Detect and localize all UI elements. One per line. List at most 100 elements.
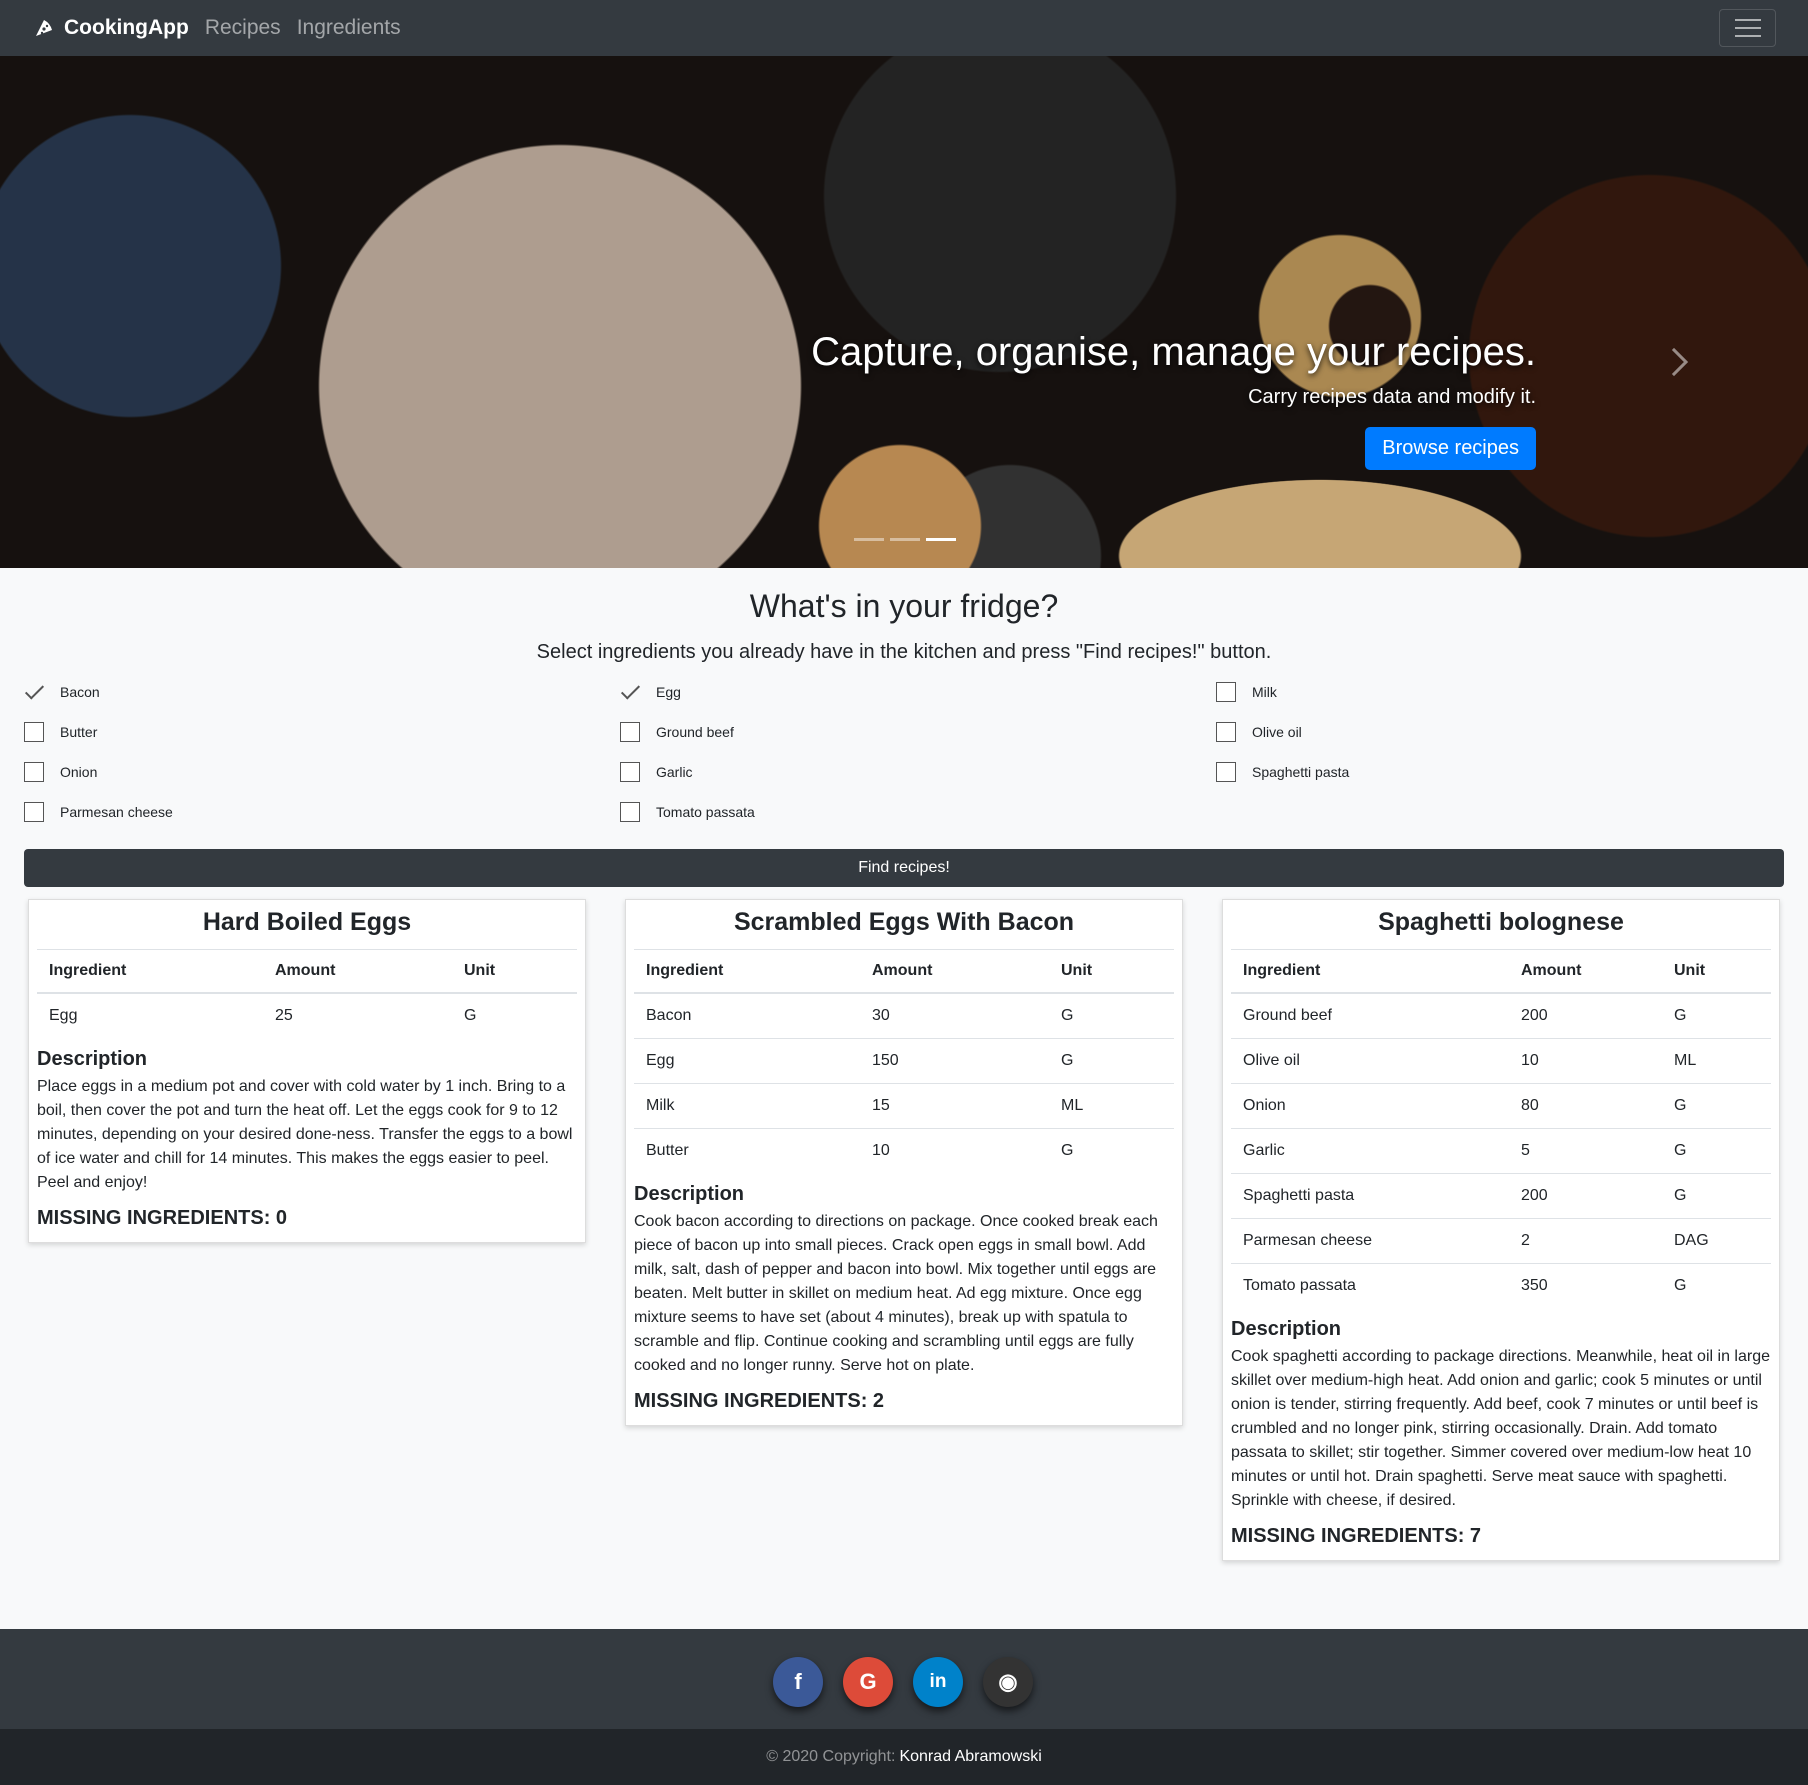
nav-link-recipes[interactable]: Recipes: [205, 16, 281, 40]
description-heading: Description: [1231, 1318, 1342, 1340]
ingredient-label: Onion: [60, 764, 98, 780]
ingredient-checkbox-olive-oil[interactable]: Olive oil: [1216, 722, 1302, 742]
linkedin-icon[interactable]: in: [913, 1657, 963, 1707]
table-row: Onion 80 G: [1231, 1083, 1771, 1129]
ingredient-checkbox-ground-beef[interactable]: Ground beef: [620, 722, 734, 742]
carousel-indicator[interactable]: [854, 538, 884, 541]
checkbox-unchecked[interactable]: [24, 802, 44, 822]
ingredient-label: Egg: [656, 684, 681, 700]
browse-recipes-button[interactable]: Browse recipes: [1365, 427, 1536, 470]
table-cell: Egg: [634, 1038, 860, 1084]
table-row: Ground beef 200 G: [1231, 993, 1771, 1039]
table-header: Unit: [452, 950, 577, 994]
recipe-description: Place eggs in a medium pot and cover wit…: [37, 1078, 573, 1191]
table-cell: Milk: [634, 1083, 860, 1129]
navbar-toggler-button[interactable]: [1719, 9, 1776, 47]
description-heading: Description: [634, 1183, 745, 1205]
checkbox-unchecked[interactable]: [620, 762, 640, 782]
table-cell: 200: [1509, 1173, 1662, 1219]
ingredient-checkbox-butter[interactable]: Butter: [24, 722, 97, 742]
table-cell: 30: [872, 1007, 890, 1024]
missing-ingredients: MISSING INGREDIENTS: 7: [1231, 1525, 1482, 1547]
table-cell: 15: [860, 1083, 1049, 1129]
ingredient-checkbox-onion[interactable]: Onion: [24, 762, 97, 782]
checkbox-checked[interactable]: [24, 682, 44, 702]
table-cell: 10: [860, 1128, 1049, 1173]
table-cell: G: [1049, 1038, 1174, 1084]
table-row: Milk 15 ML: [634, 1083, 1174, 1129]
checkbox-unchecked[interactable]: [1216, 722, 1236, 742]
google-icon[interactable]: G: [843, 1657, 893, 1707]
table-cell: G: [1662, 1263, 1771, 1308]
ingredient-label: Garlic: [656, 764, 693, 780]
brand-name: CookingApp: [64, 16, 189, 39]
ingredient-checkbox-garlic[interactable]: Garlic: [620, 762, 693, 782]
brand-link[interactable]: CookingApp: [34, 16, 189, 40]
hero-image: [0, 56, 1808, 568]
author-link[interactable]: Konrad Abramowski: [899, 1748, 1041, 1766]
nav-link-ingredients[interactable]: Ingredients: [297, 16, 401, 40]
hamburger-icon: [1734, 19, 1761, 37]
ingredient-table: Ingredient Amount Unit Ground beef 200 G Olive…: [1231, 950, 1771, 1308]
table-cell: 25: [275, 1007, 293, 1024]
table-row: Spaghetti pasta 200 G: [1231, 1173, 1771, 1219]
recipe-card: Scrambled Eggs With Bacon Ingredient Amoun…: [625, 899, 1183, 1426]
hero-carousel: Capture, organise, manage your recipes. …: [0, 56, 1808, 568]
footer: f Gin ◉: [0, 1629, 1808, 1729]
table-cell: Garlic: [1231, 1128, 1509, 1174]
checkbox-unchecked[interactable]: [24, 722, 44, 742]
carousel-indicator[interactable]: [890, 538, 920, 541]
table-cell: G: [1674, 1007, 1687, 1024]
table-cell: Ground beef: [1243, 1007, 1332, 1024]
table-row: Bacon 30 G: [634, 993, 1174, 1039]
facebook-icon[interactable]: f: [773, 1657, 823, 1707]
ingredient-label: Olive oil: [1252, 724, 1302, 740]
table-cell: Olive oil: [1231, 1038, 1509, 1084]
ingredient-label: Parmesan cheese: [60, 804, 173, 820]
ingredient-checkbox-tomato-passata[interactable]: Tomato passata: [620, 802, 755, 822]
table-header: Unit: [1662, 950, 1771, 994]
ingredient-checklist: Bacon Butter Onion Parmesan cheese Egg Ground…: [0, 674, 1808, 849]
table-cell: Parmesan cheese: [1231, 1218, 1509, 1264]
table-cell: 2: [1509, 1218, 1662, 1264]
table-header: Ingredient: [634, 950, 860, 994]
table-header: Amount: [1509, 950, 1662, 994]
table-cell: G: [1049, 1128, 1174, 1173]
pizza-icon: [36, 20, 52, 36]
hero-caption: Capture, organise, manage your recipes. …: [811, 328, 1536, 470]
checkbox-unchecked[interactable]: [620, 802, 640, 822]
find-recipes-button[interactable]: Find recipes!: [24, 849, 1784, 887]
checkbox-unchecked[interactable]: [24, 762, 44, 782]
hero-title: Capture, organise, manage your recipes.: [811, 330, 1536, 374]
table-header: Unit: [1049, 950, 1174, 994]
ingredient-label: Butter: [60, 724, 98, 740]
recipe-title: Spaghetti bolognese: [1231, 908, 1771, 950]
missing-ingredients: MISSING INGREDIENTS: 0: [37, 1207, 288, 1229]
table-header: Amount: [263, 950, 452, 994]
checkbox-unchecked[interactable]: [1216, 682, 1236, 702]
checkbox-unchecked[interactable]: [1216, 762, 1236, 782]
ingredient-checkbox-bacon[interactable]: Bacon: [24, 682, 100, 702]
recipe-card: Hard Boiled Eggs Ingredient Amount Unit Egg 2…: [28, 899, 586, 1243]
recipe-cards: Hard Boiled Eggs Ingredient Amount Unit Egg 2…: [0, 887, 1808, 1627]
table-cell: Onion: [1231, 1083, 1509, 1129]
table-header: Ingredient: [37, 950, 263, 994]
ingredient-checkbox-spaghetti-pasta[interactable]: Spaghetti pasta: [1216, 762, 1349, 782]
table-row: Garlic 5 G: [1231, 1128, 1771, 1174]
table-cell: G: [1662, 1173, 1771, 1219]
navbar: CookingApp Recipes Ingredients: [0, 0, 1808, 56]
ingredient-label: Ground beef: [656, 724, 734, 740]
copyright-bar: © 2020 Copyright: Konrad Abramowski: [0, 1729, 1808, 1785]
ingredient-checkbox-parmesan-cheese[interactable]: Parmesan cheese: [24, 802, 173, 822]
github-icon[interactable]: ◉: [983, 1657, 1033, 1707]
checkbox-checked[interactable]: [620, 682, 640, 702]
carousel-indicator-active[interactable]: [926, 538, 956, 541]
missing-ingredients: MISSING INGREDIENTS: 2: [634, 1390, 885, 1412]
fridge-section: What's in your fridge? Select ingredient…: [0, 568, 1808, 664]
checkbox-unchecked[interactable]: [620, 722, 640, 742]
table-header: Ingredient: [1231, 950, 1509, 994]
table-cell: 350: [1509, 1263, 1662, 1308]
ingredient-checkbox-milk[interactable]: Milk: [1216, 682, 1277, 702]
table-cell: 10: [1509, 1038, 1662, 1084]
ingredient-checkbox-egg[interactable]: Egg: [620, 682, 681, 702]
